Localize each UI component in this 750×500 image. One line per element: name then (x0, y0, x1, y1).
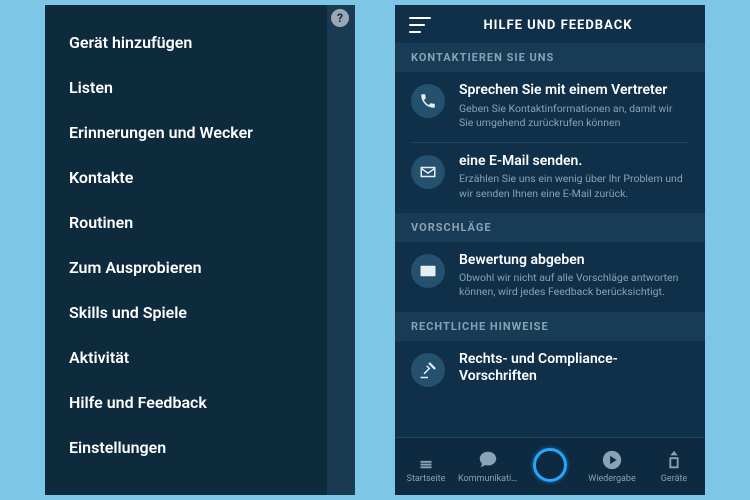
home-icon (415, 449, 437, 471)
row-title: Rechts- und Compliance-Vorschriften (459, 351, 689, 386)
sidebar-item-add-device[interactable]: Gerät hinzufügen (69, 33, 335, 52)
row-title: Sprechen Sie mit einem Vertreter (459, 82, 689, 100)
sidebar-item-activity[interactable]: Aktivität (69, 348, 335, 367)
tab-label: Wiedergabe (588, 474, 636, 484)
tab-label: Geräte (661, 474, 687, 484)
sidebar-item-reminders[interactable]: Erinnerungen und Wecker (69, 123, 335, 142)
background-strip (327, 5, 355, 495)
sidebar-item-settings[interactable]: Einstellungen (69, 438, 335, 457)
row-legal[interactable]: Rechts- und Compliance-Vorschriften (395, 341, 705, 399)
header: HILFE UND FEEDBACK (395, 5, 705, 43)
gavel-icon (411, 353, 445, 387)
row-desc: Obwohl wir nicht auf alle Vorschläge ant… (459, 271, 689, 299)
sidebar-item-help[interactable]: Hilfe und Feedback (69, 393, 335, 412)
content-area: KONTAKTIEREN SIE UNS Sprechen Sie mit ei… (395, 43, 705, 437)
tab-label: Kommunikati... (458, 474, 518, 484)
row-speak-representative[interactable]: Sprechen Sie mit einem Vertreter Geben S… (395, 72, 705, 142)
row-desc: Geben Sie Kontaktinformationen an, damit… (459, 102, 689, 130)
sidebar-item-contacts[interactable]: Kontakte (69, 168, 335, 187)
section-contact-us: KONTAKTIEREN SIE UNS (395, 43, 705, 72)
tab-home[interactable]: Startseite (395, 449, 457, 484)
feedback-icon (411, 254, 445, 288)
tab-bar: Startseite Kommunikati... Wiedergabe Ger… (395, 437, 705, 495)
sidebar-item-try[interactable]: Zum Ausprobieren (69, 258, 335, 277)
help-icon[interactable]: ? (331, 9, 349, 27)
devices-icon (663, 449, 685, 471)
tab-play[interactable]: Wiedergabe (581, 449, 643, 484)
tab-label: Startseite (407, 474, 446, 484)
sidebar-item-lists[interactable]: Listen (69, 78, 335, 97)
page-title: HILFE UND FEEDBACK (425, 18, 691, 33)
alexa-ring-icon (533, 448, 567, 482)
row-rate[interactable]: Bewertung abgeben Obwohl wir nicht auf a… (395, 242, 705, 312)
tab-communication[interactable]: Kommunikati... (457, 449, 519, 484)
section-legal: RECHTLICHE HINWEISE (395, 312, 705, 341)
tab-devices[interactable]: Geräte (643, 449, 705, 484)
envelope-icon (411, 155, 445, 189)
help-screen: HILFE UND FEEDBACK KONTAKTIEREN SIE UNS … (395, 5, 705, 495)
tab-alexa[interactable] (519, 448, 581, 486)
section-suggestions: VORSCHLÄGE (395, 213, 705, 242)
sidebar-item-skills[interactable]: Skills und Spiele (69, 303, 335, 322)
sidebar-item-routines[interactable]: Routinen (69, 213, 335, 232)
row-desc: Erzählen Sie uns ein wenig über Ihr Prob… (459, 172, 689, 200)
chat-icon (477, 449, 499, 471)
sidebar-panel: ? Gerät hinzufügen Listen Erinnerungen u… (45, 5, 355, 495)
play-icon (601, 449, 623, 471)
sidebar-menu: Gerät hinzufügen Listen Erinnerungen und… (45, 5, 355, 457)
row-title: eine E-Mail senden. (459, 153, 689, 171)
row-send-email[interactable]: eine E-Mail senden. Erzählen Sie uns ein… (395, 143, 705, 213)
row-title: Bewertung abgeben (459, 252, 689, 270)
phone-icon (411, 84, 445, 118)
